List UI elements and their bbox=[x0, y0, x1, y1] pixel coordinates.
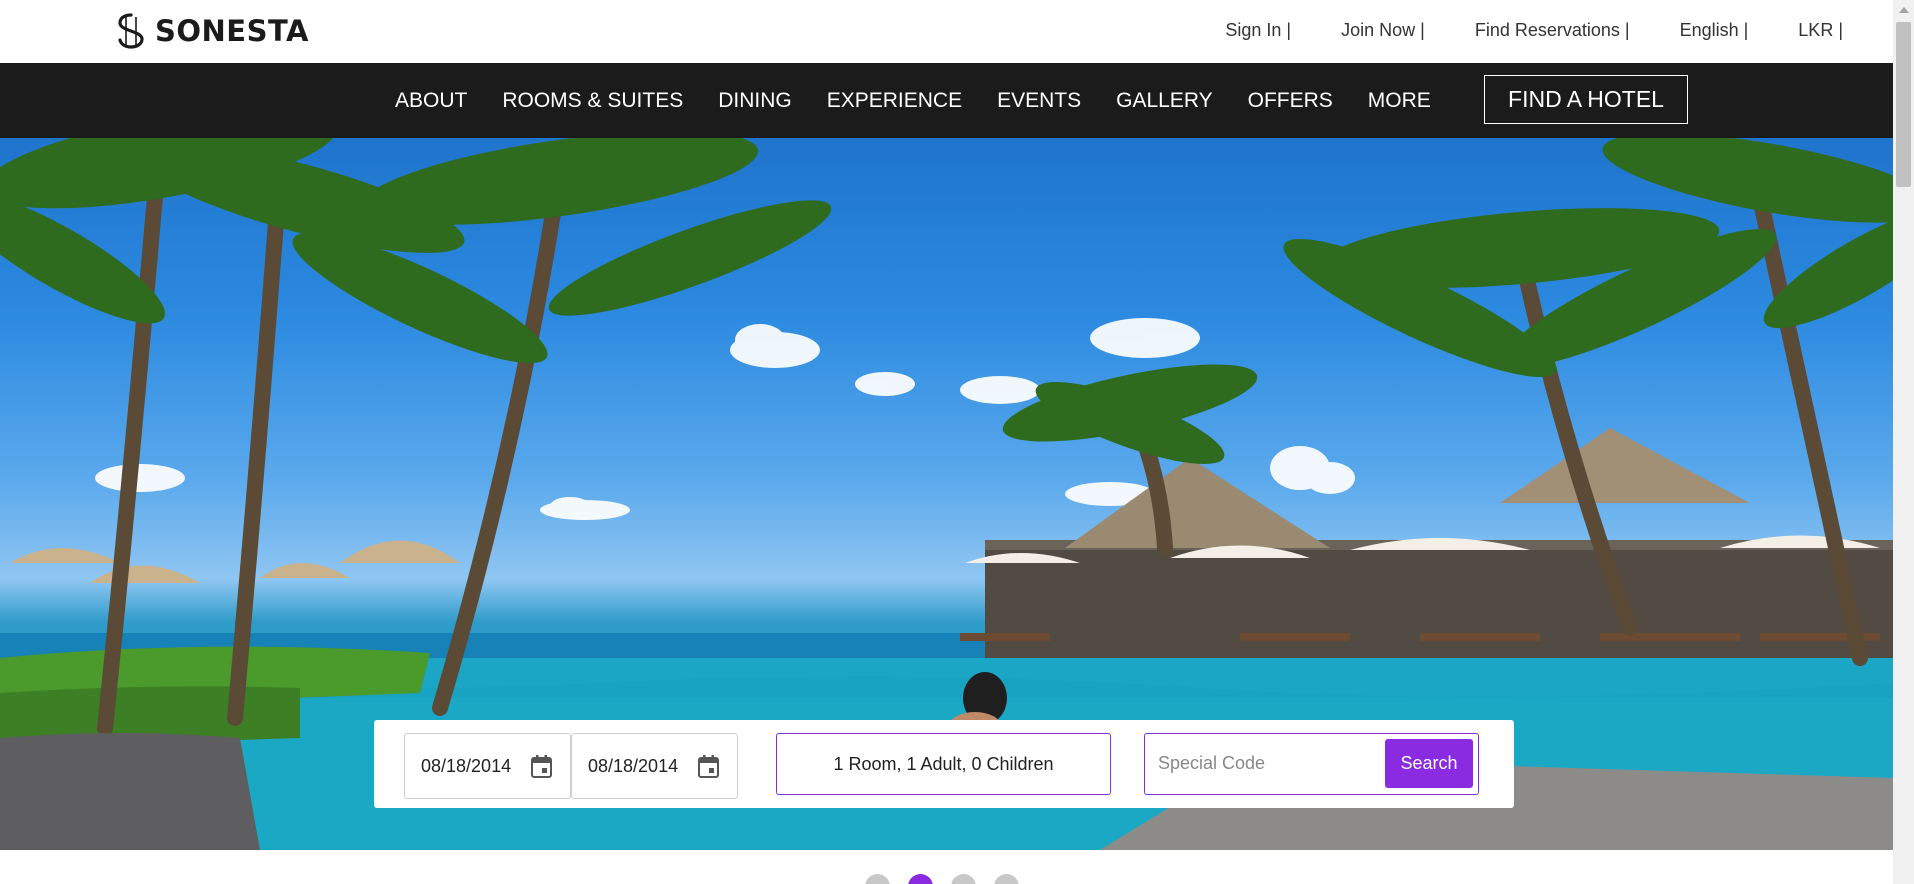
find-reservations-link[interactable]: Find Reservations | bbox=[1475, 20, 1630, 41]
search-button[interactable]: Search bbox=[1385, 739, 1473, 788]
nav-item-events[interactable]: EVENTS bbox=[997, 89, 1081, 113]
rooms-guests-selector[interactable]: 1 Room, 1 Adult, 0 Children bbox=[776, 733, 1111, 795]
brand-logo[interactable]: SONESTA bbox=[117, 13, 309, 49]
nav-item-gallery[interactable]: GALLERY bbox=[1116, 89, 1213, 113]
scrollbar-thumb[interactable] bbox=[1896, 22, 1911, 187]
sonesta-logo-mark-icon bbox=[118, 13, 144, 49]
nav-item-dining[interactable]: DINING bbox=[718, 89, 792, 113]
nav-item-experience[interactable]: EXPERIENCE bbox=[827, 89, 962, 113]
utility-bar: SONESTA Sign In | Join Now | Find Reserv… bbox=[0, 0, 1893, 63]
main-nav: ABOUT ROOMS & SUITES DINING EXPERIENCE E… bbox=[0, 63, 1893, 138]
scroll-up-arrow-icon[interactable] bbox=[1899, 7, 1909, 13]
nav-item-about[interactable]: ABOUT bbox=[395, 89, 467, 113]
carousel-dot-3[interactable] bbox=[951, 874, 976, 884]
calendar-icon[interactable] bbox=[698, 755, 719, 778]
nav-item-more[interactable]: MORE bbox=[1368, 89, 1431, 113]
utility-links: Sign In | Join Now | Find Reservations |… bbox=[1225, 20, 1843, 41]
sign-in-link[interactable]: Sign In | bbox=[1225, 20, 1291, 41]
page-scrollbar[interactable] bbox=[1893, 0, 1914, 884]
find-a-hotel-button[interactable]: FIND A HOTEL bbox=[1484, 75, 1688, 124]
nav-item-rooms-suites[interactable]: ROOMS & SUITES bbox=[502, 89, 683, 113]
check-in-date-value: 08/18/2014 bbox=[421, 755, 512, 776]
brand-name: SONESTA bbox=[155, 14, 309, 48]
check-out-date-value: 08/18/2014 bbox=[588, 755, 679, 776]
carousel-dot-4[interactable] bbox=[994, 874, 1019, 884]
join-now-link[interactable]: Join Now | bbox=[1341, 20, 1425, 41]
nav-item-offers[interactable]: OFFERS bbox=[1248, 89, 1333, 113]
check-in-date-field[interactable]: 08/18/2014 bbox=[404, 733, 571, 799]
carousel-dot-2-active[interactable] bbox=[908, 874, 933, 884]
carousel-dot-1[interactable] bbox=[865, 874, 890, 884]
language-selector[interactable]: English | bbox=[1680, 20, 1749, 41]
currency-selector[interactable]: LKR | bbox=[1798, 20, 1843, 41]
carousel-indicators bbox=[865, 874, 1019, 884]
calendar-icon[interactable] bbox=[531, 755, 552, 778]
special-code-input[interactable] bbox=[1145, 734, 1375, 793]
special-code-group: Search bbox=[1144, 733, 1479, 795]
booking-panel: 08/18/2014 08/18/2014 1 Room, 1 Adult, 0… bbox=[374, 720, 1514, 808]
check-out-date-field[interactable]: 08/18/2014 bbox=[571, 733, 738, 799]
nav-menu: ABOUT ROOMS & SUITES DINING EXPERIENCE E… bbox=[395, 63, 1431, 138]
